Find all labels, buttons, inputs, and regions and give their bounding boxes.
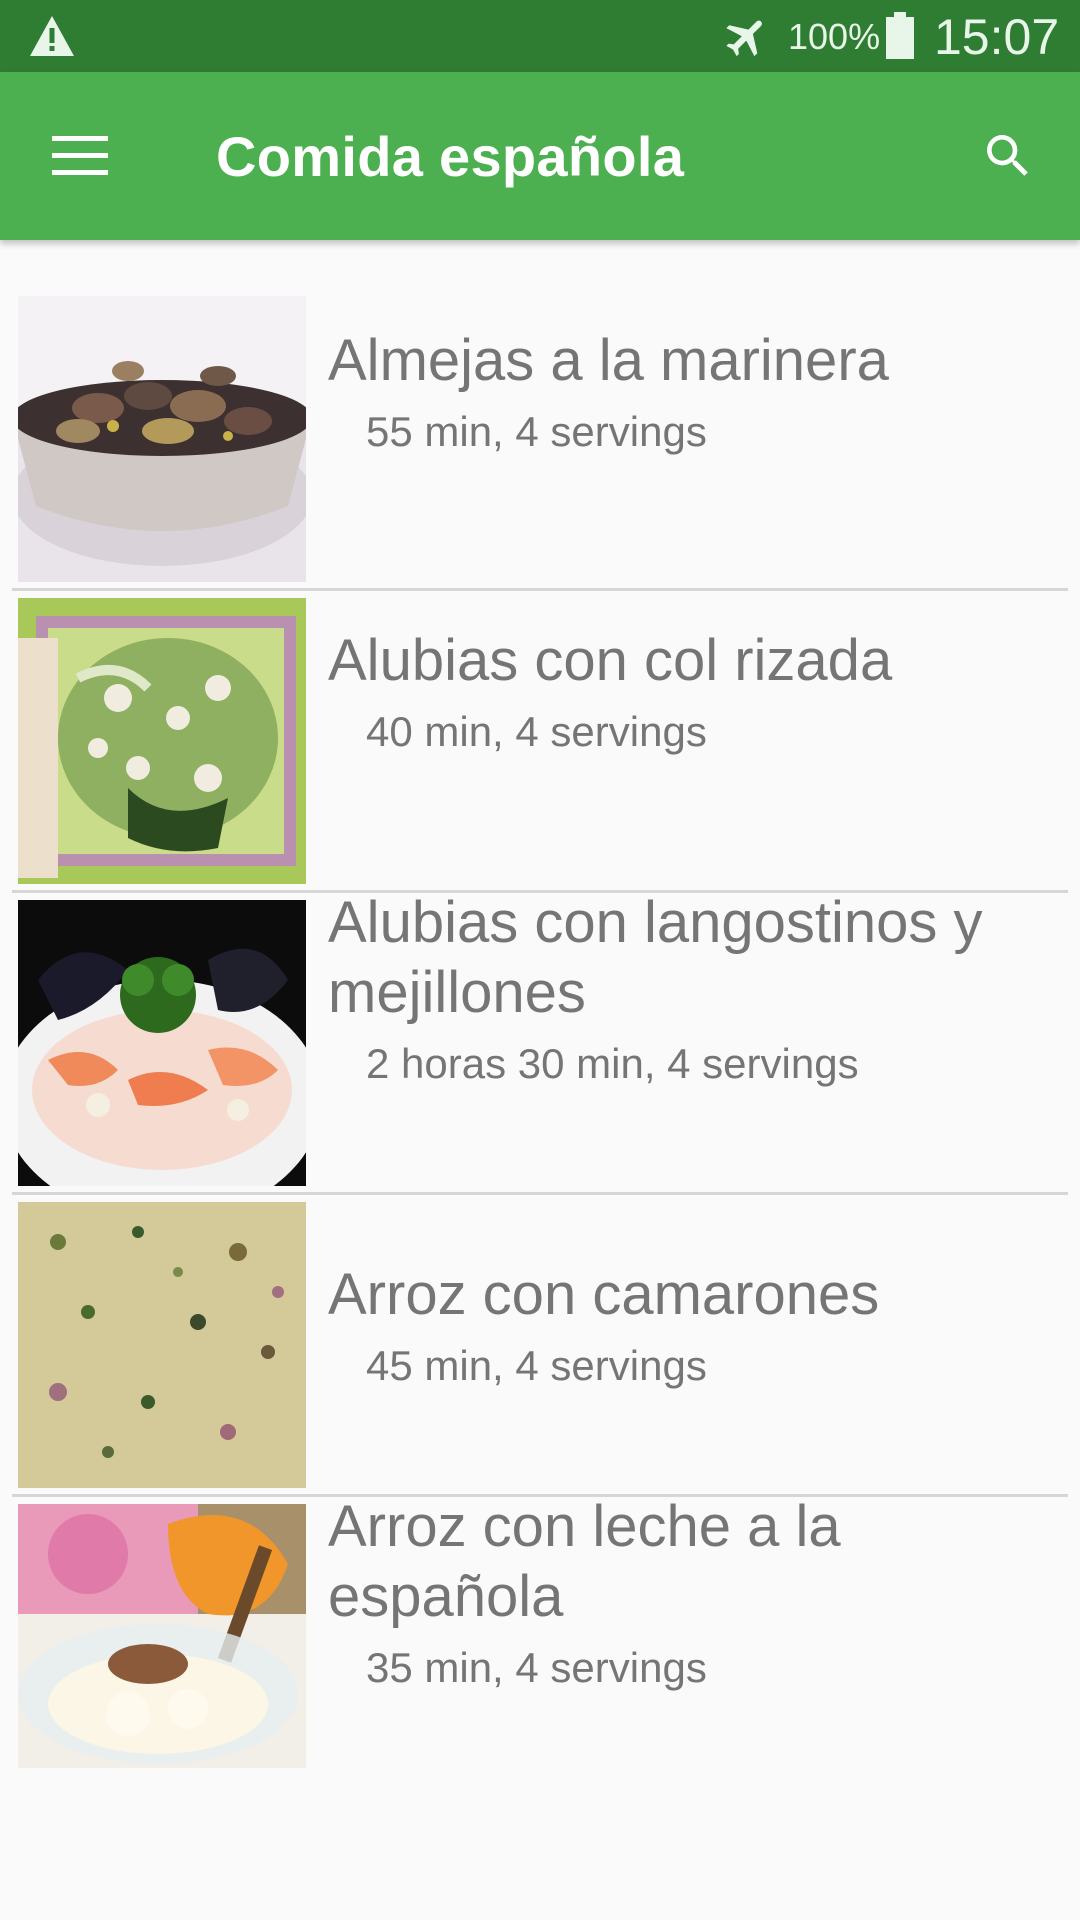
recipe-item[interactable]: Almejas a la marinera 55 min, 4 servings xyxy=(12,240,1068,582)
recipe-text: Alubias con langostinos y mejillones 2 h… xyxy=(328,888,1028,1090)
recipe-text: Arroz con leche a la española 35 min, 4 … xyxy=(328,1492,1028,1694)
recipe-name: Almejas a la marinera xyxy=(328,328,889,393)
recipe-meta: 45 min, 4 servings xyxy=(366,1342,707,1389)
page-title: Comida española xyxy=(216,125,685,188)
recipe-name: Alubias con col rizada xyxy=(328,628,893,693)
recipe-thumbnail xyxy=(18,296,306,582)
recipe-item[interactable]: Alubias con langostinos y mejillones 2 h… xyxy=(12,844,1068,1186)
recipe-item[interactable]: Arroz con camarones 45 min, 4 servings xyxy=(12,1146,1068,1488)
recipe-name: Arroz con leche a la española xyxy=(328,1494,841,1629)
recipe-thumbnail xyxy=(18,598,306,884)
recipe-meta: 2 horas 30 min, 4 servings xyxy=(366,1040,859,1087)
recipe-text: Almejas a la marinera 55 min, 4 servings xyxy=(328,326,1028,458)
recipe-name: Alubias con langostinos y mejillones xyxy=(328,890,983,1025)
airplane-mode-icon xyxy=(722,12,772,62)
menu-icon xyxy=(52,136,108,175)
search-button[interactable] xyxy=(968,116,1048,196)
recipe-item[interactable]: Arroz con leche a la española 35 min, 4 … xyxy=(12,1448,1068,1768)
recipe-meta: 40 min, 4 servings xyxy=(366,708,707,755)
recipe-text: Arroz con camarones 45 min, 4 servings xyxy=(328,1260,1028,1392)
status-bar: 100% 15:07 xyxy=(0,0,1080,72)
battery-icon xyxy=(884,12,916,60)
recipe-name: Arroz con camarones xyxy=(328,1262,880,1327)
recipe-text: Alubias con col rizada 40 min, 4 serving… xyxy=(328,626,1028,758)
recipe-thumbnail xyxy=(18,900,306,1186)
search-icon xyxy=(987,135,1028,176)
recipe-thumbnail xyxy=(18,1504,306,1768)
recipe-thumbnail xyxy=(18,1202,306,1488)
status-clock: 15:07 xyxy=(934,9,1060,65)
battery-percent: 100% xyxy=(788,16,881,57)
recipe-meta: 35 min, 4 servings xyxy=(366,1644,707,1691)
app-bar: Comida española xyxy=(0,72,1080,240)
recipe-list: Almejas a la marinera 55 min, 4 servings xyxy=(0,240,1080,1920)
recipe-item[interactable]: Alubias con col rizada 40 min, 4 serving… xyxy=(12,542,1068,884)
menu-button[interactable] xyxy=(40,116,120,196)
recipe-meta: 55 min, 4 servings xyxy=(366,408,707,455)
warning-icon xyxy=(28,14,76,58)
